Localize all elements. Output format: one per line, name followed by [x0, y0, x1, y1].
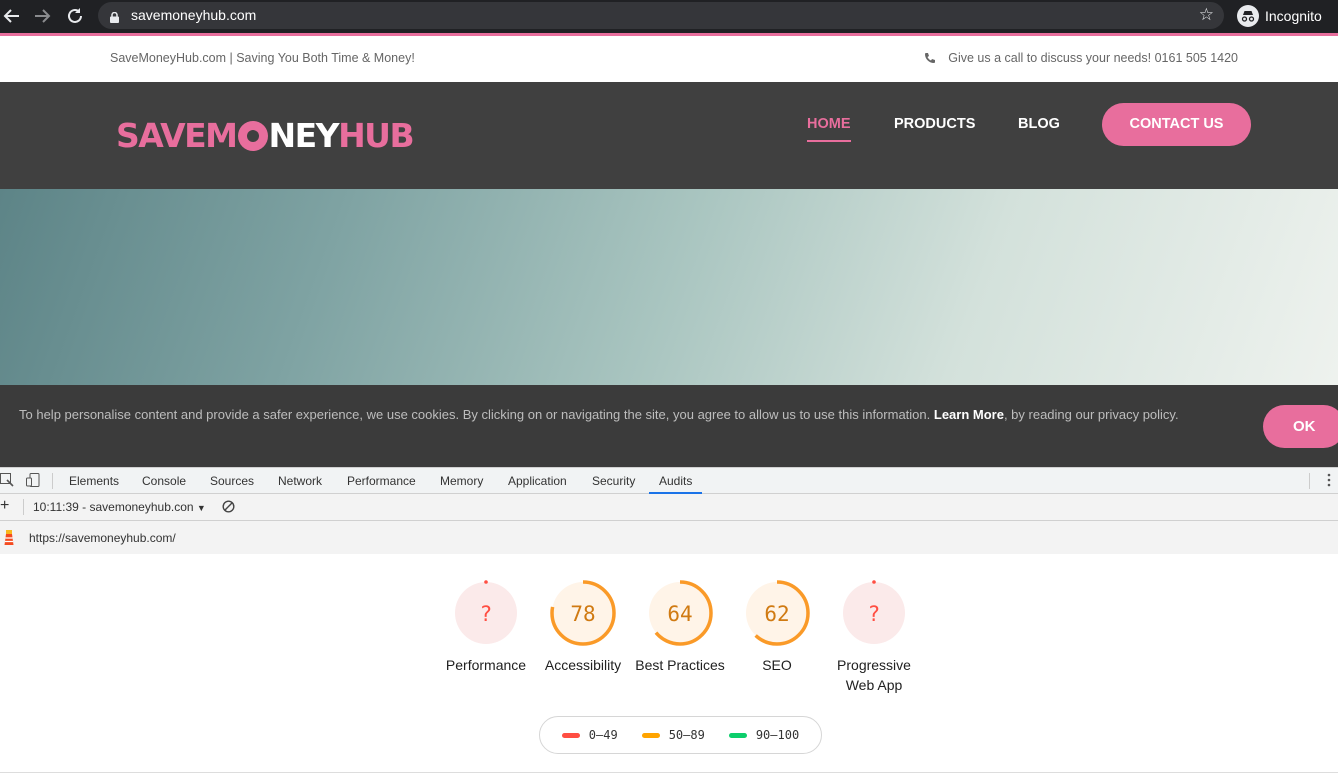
score-legend: 0–49 50–89 90–100 [539, 716, 822, 754]
tab-memory[interactable]: Memory [440, 468, 483, 494]
gauge-label: Accessibility [544, 657, 622, 673]
gauge-ring: ? [843, 580, 905, 644]
legend-item-average: 50–89 [641, 728, 705, 742]
tab-security[interactable]: Security [592, 468, 635, 494]
site-tagline: SaveMoneyHub.com | Saving You Both Time … [110, 51, 415, 65]
cookie-ok-button[interactable]: OK [1263, 405, 1338, 448]
gauge-ring: 64 [647, 580, 713, 646]
clear-icon[interactable] [222, 500, 235, 516]
site-logo[interactable]: SAVEM NEY HUB [116, 116, 415, 156]
audit-url-bar: https://savemoneyhub.com/ [0, 521, 1338, 554]
site-topbar: SaveMoneyHub.com | Saving You Both Time … [0, 36, 1338, 82]
tab-console[interactable]: Console [142, 468, 186, 494]
tab-application[interactable]: Application [508, 468, 567, 494]
nav-home[interactable]: HOME [807, 116, 851, 142]
cookie-banner: To help personalise content and provide … [0, 385, 1338, 467]
cookie-message: To help personalise content and provide … [19, 402, 1219, 428]
phone-icon [925, 53, 936, 63]
incognito-indicator[interactable]: Incognito [1237, 4, 1322, 28]
toolbar-divider [52, 473, 53, 489]
panel-bottom-divider [0, 772, 1338, 773]
logo-text-money: NEY [268, 116, 340, 155]
gauge-value: ? [480, 602, 493, 626]
legend-range: 50–89 [668, 728, 705, 742]
cookie-text: To help personalise content and provide … [19, 407, 931, 422]
toolbar-divider [23, 499, 24, 515]
gauge-value: 78 [570, 602, 595, 626]
contact-us-button[interactable]: CONTACT US [1102, 103, 1251, 146]
gauge-label: Progressive Web App [837, 657, 911, 693]
nav-blog[interactable]: BLOG [1018, 116, 1060, 132]
legend-swatch [641, 732, 660, 738]
lighthouse-icon [3, 529, 15, 545]
legend-range: 90–100 [755, 728, 800, 742]
lock-icon [110, 10, 119, 23]
gauge-label: Best Practices [635, 657, 725, 673]
tab-network[interactable]: Network [278, 468, 322, 494]
new-audit-plus-icon[interactable]: + [0, 497, 9, 515]
report-select-value: 10:11:39 - savemoneyhub.con [33, 500, 194, 514]
phone-text: Give us a call to discuss your needs! 01… [948, 51, 1238, 65]
gauge-accessibility[interactable]: 78 Accessibility [538, 580, 628, 675]
tab-sources[interactable]: Sources [210, 468, 254, 494]
device-toolbar-icon[interactable] [26, 473, 40, 487]
site-header: SAVEM NEY HUB HOME PRODUCTS BLOG CONTACT U… [0, 82, 1338, 189]
dropdown-caret-icon: ▼ [196, 503, 206, 513]
logo-text-save: SAVEM [116, 116, 238, 155]
nav-products[interactable]: PRODUCTS [894, 116, 975, 132]
legend-swatch [561, 732, 580, 738]
audited-url[interactable]: https://savemoneyhub.com/ [29, 531, 176, 545]
inspect-element-icon[interactable] [0, 473, 14, 487]
tab-elements[interactable]: Elements [69, 468, 119, 494]
logo-text-hub: HUB [338, 116, 415, 155]
gauge-value: 62 [764, 602, 789, 626]
gauge-start-dot [872, 580, 876, 584]
phone-info: Give us a call to discuss your needs! 01… [924, 51, 1238, 65]
more-options-icon[interactable] [1322, 473, 1336, 487]
audit-scores: ? Performance 78 Accessibility 64 Best P… [0, 554, 1338, 778]
reload-icon[interactable] [64, 5, 86, 27]
gauge-ring: 62 [744, 580, 810, 646]
hero-banner [0, 189, 1338, 385]
gauge-value: ? [868, 602, 881, 626]
cookie-text-tail: , by reading our privacy policy. [1003, 407, 1179, 422]
star-icon[interactable]: ☆ [1199, 5, 1214, 25]
gauge-ring: 78 [550, 580, 616, 646]
gauge-label: Performance [445, 657, 527, 673]
forward-arrow-icon[interactable] [31, 5, 53, 27]
legend-range: 0–49 [588, 728, 618, 742]
legend-swatch [728, 732, 747, 738]
devtools-tabbar: Elements Console Sources Network Perform… [0, 467, 1338, 494]
tab-performance[interactable]: Performance [347, 468, 416, 494]
gauge-label: SEO [762, 657, 792, 673]
gauge-start-dot [484, 580, 488, 584]
gauge-seo[interactable]: 62 SEO [732, 580, 822, 675]
gauge-best-practices[interactable]: 64 Best Practices [635, 580, 725, 675]
browser-toolbar: savemoneyhub.com ☆ Incognito [0, 0, 1338, 33]
report-select[interactable]: 10:11:39 - savemoneyhub.con ▼ [33, 500, 206, 514]
back-arrow-icon[interactable] [1, 5, 23, 27]
address-text: savemoneyhub.com [131, 7, 257, 23]
gauge-performance[interactable]: ? Performance [441, 580, 531, 675]
incognito-label: Incognito [1265, 8, 1322, 24]
toolbar-divider [1309, 473, 1310, 489]
gauge-value: 64 [667, 602, 692, 626]
gauge-progressive-web-app[interactable]: ? Progressive Web App [826, 580, 922, 695]
legend-item-fail: 0–49 [561, 728, 618, 742]
piggy-coin-icon [237, 121, 268, 151]
incognito-icon [1237, 5, 1259, 27]
tab-audits[interactable]: Audits [649, 468, 703, 494]
gauge-ring: ? [455, 580, 517, 644]
audits-toolbar: + 10:11:39 - savemoneyhub.con ▼ [0, 494, 1338, 521]
legend-item-pass: 90–100 [728, 728, 800, 742]
address-bar[interactable]: savemoneyhub.com ☆ [98, 2, 1224, 29]
learn-more-link[interactable]: Learn More [934, 407, 1004, 422]
